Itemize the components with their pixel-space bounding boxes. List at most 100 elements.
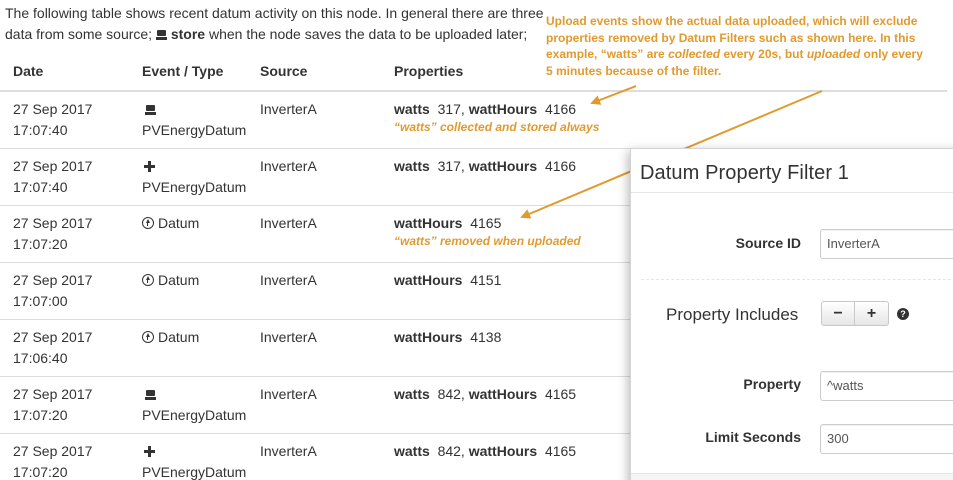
event-type: PVEnergyDatum [142,463,247,480]
callout-uploaded: uploaded [806,47,861,61]
time: 17:07:00 [13,292,68,309]
help-icon[interactable]: ? [897,308,909,320]
callout-line-3: example, “watts” are collected every 20s… [546,46,953,63]
time: 17:07:20 [13,463,68,480]
header-source: Source [260,53,394,92]
intro-line-2-post: when the node saves the data to be uploa… [208,26,528,42]
intro-line-2: data from some source; store when the no… [5,24,565,45]
limit-seconds-label: Limit Seconds [705,429,801,445]
plus-icon [144,160,155,172]
limit-seconds-field[interactable]: 300 [820,424,953,454]
datum-property-filter-panel: Datum Property Filter 1 Source ID Invert… [630,148,953,480]
date: 27 Sep 2017 [13,328,93,345]
property-value: 4165 [544,385,577,402]
event-cell: PVEnergyDatum [142,375,260,433]
store-icon [145,105,156,115]
header-date: Date [0,53,142,92]
property-value: 317, [437,157,465,174]
time: 17:06:40 [13,349,68,366]
event-cell: Datum [142,204,260,262]
property-value: 4166 [544,101,577,117]
source-cell: InverterA [260,318,394,376]
add-property-button[interactable]: + [855,301,889,326]
annotation-note: “watts” collected and stored always [394,120,600,134]
time: 17:07:20 [13,406,68,423]
panel-footer [631,473,953,480]
upload-icon [142,216,154,229]
callout-line-2: properties removed by Datum Filters such… [546,30,916,45]
property-value: 4138 [470,328,502,345]
date: 27 Sep 2017 [13,157,93,174]
property-includes-label: Property Includes [666,305,799,324]
intro-text: The following table shows recent datum a… [5,3,565,45]
table-row: 27 Sep 2017 17:07:40 PVEnergyDatum Inverter… [0,90,947,148]
event-type: PVEnergyDatum [142,178,247,195]
upload-icon [142,330,154,343]
date-cell: 27 Sep 2017 17:07:20 [0,432,142,480]
store-icon [145,389,156,400]
property-value: 842, [437,442,465,459]
panel-divider [631,192,953,193]
time: 17:07:20 [13,235,68,252]
date-cell: 27 Sep 2017 17:06:40 [0,318,142,376]
callout-line-3a: example, “watts” are [546,47,665,61]
header-event-type: Event / Type [142,53,260,92]
source-cell: InverterA [260,204,394,262]
source-id-field[interactable]: InverterA [820,229,953,259]
property-name: wattHours [394,214,463,231]
callout-collected: collected [668,47,721,61]
event-cell: Datum [142,318,260,376]
event-type: Datum [158,328,200,345]
property-name: watts [394,385,430,402]
date-cell: 27 Sep 2017 17:07:20 [0,375,142,433]
intro-store-term: store [170,26,206,42]
property-value: 4166 [544,157,577,174]
callout-line-4: 5 minutes because of the filter. [546,63,722,78]
property-value: 317, [437,101,465,117]
property-field[interactable]: ^watts [820,371,953,401]
event-cell: PVEnergyDatum [142,432,260,480]
intro-line-1: The following table shows recent datum a… [5,5,544,21]
date: 27 Sep 2017 [13,385,93,402]
panel-section-divider [641,279,953,280]
event-cell: PVEnergyDatum [142,90,260,148]
property-name: wattHours [468,442,538,459]
property-name: watts [394,101,430,117]
plus-icon [144,445,155,457]
date-cell: 27 Sep 2017 17:07:20 [0,204,142,262]
event-cell: PVEnergyDatum [142,147,260,205]
event-type: PVEnergyDatum [142,122,247,138]
callout-line-3e: only every [863,47,923,61]
event-icon-wrap [142,384,260,405]
event-type: PVEnergyDatum [142,406,247,423]
property-value: 4165 [544,442,577,459]
upload-icon [142,273,154,286]
source-cell: InverterA [260,261,394,319]
property-includes-buttons: − + [821,301,889,326]
property-name: wattHours [394,328,463,345]
date: 27 Sep 2017 [13,101,93,117]
event-icon-wrap [142,99,260,120]
property-name: wattHours [468,157,538,174]
property-value: 4165 [470,214,502,231]
property-name: wattHours [468,385,538,402]
date-cell: 27 Sep 2017 17:07:40 [0,147,142,205]
intro-line-2-pre: data from some source; [5,26,153,42]
property-name: wattHours [394,271,463,288]
property-name: watts [394,157,430,174]
event-icon-wrap [142,441,260,462]
event-type: Datum [158,214,200,231]
property-value: 842, [437,385,465,402]
panel-title: Datum Property Filter 1 [640,162,850,184]
callout-note: Upload events show the actual data uploa… [546,13,953,79]
time: 17:07:40 [13,122,68,138]
source-id-label: Source ID [735,235,801,251]
callout-line-3c: every 20s, but [723,47,804,61]
property-name: watts [394,442,430,459]
source-cell: InverterA [260,90,394,148]
time: 17:07:40 [13,178,68,195]
property-label: Property [743,376,801,392]
remove-property-button[interactable]: − [821,301,855,326]
date: 27 Sep 2017 [13,271,93,288]
date-cell: 27 Sep 2017 17:07:40 [0,90,142,148]
